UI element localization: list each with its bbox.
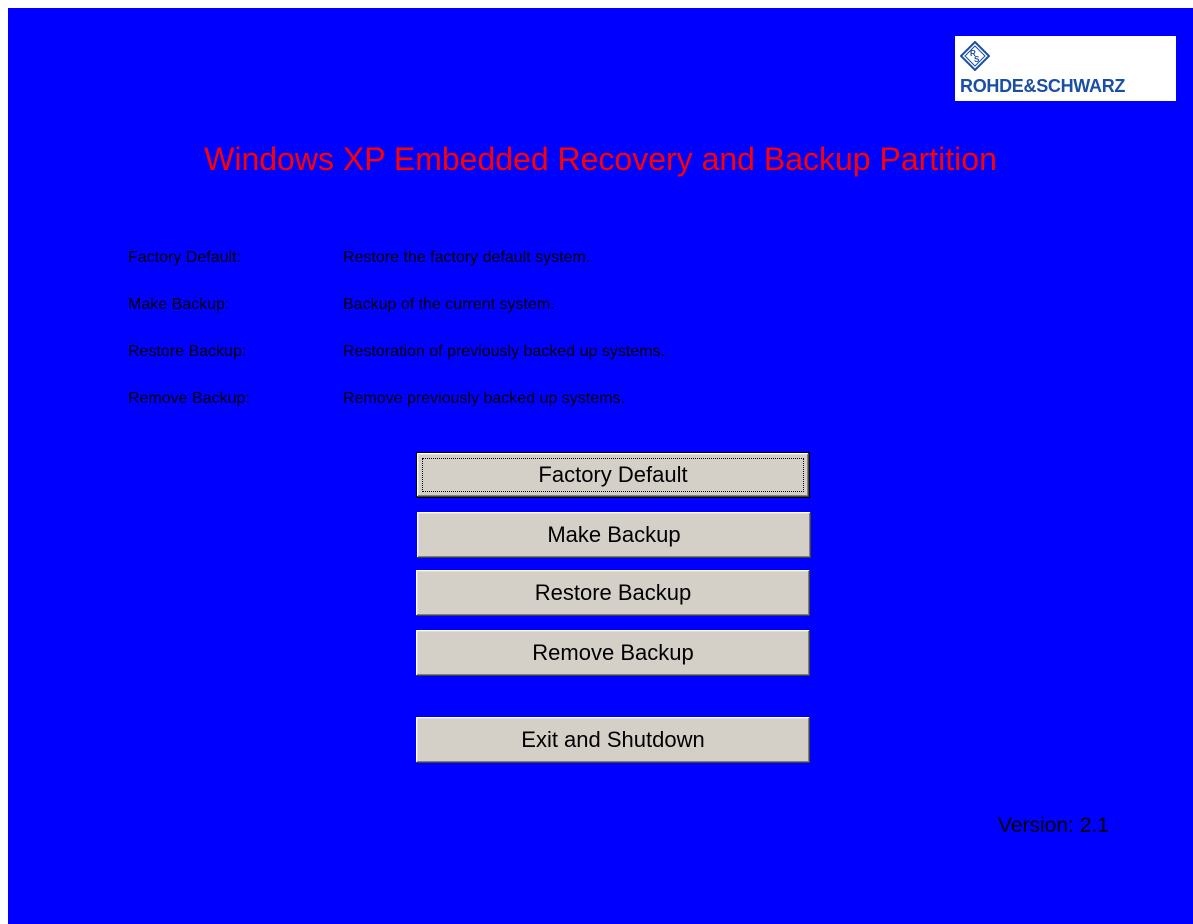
description-row-restore-backup: Restore Backup: Restoration of previousl…: [128, 343, 928, 390]
rohde-schwarz-emblem-icon: R S: [960, 41, 990, 71]
exit-and-shutdown-button[interactable]: Exit and Shutdown: [416, 717, 810, 763]
description-row-make-backup: Make Backup: Backup of the current syste…: [128, 296, 928, 343]
description-text: Remove previously backed up systems.: [343, 390, 625, 407]
version-label: Version: 2.1: [998, 814, 1109, 837]
button-label: Make Backup: [547, 522, 681, 547]
description-label: Remove Backup:: [128, 390, 250, 407]
description-label: Make Backup:: [128, 296, 230, 313]
rohde-schwarz-logo: R S ROHDE&SCHWARZ: [955, 36, 1176, 101]
description-label: Factory Default:: [128, 249, 241, 266]
button-label: Restore Backup: [534, 580, 692, 605]
button-label: Factory Default: [538, 462, 688, 487]
button-label: Exit and Shutdown: [521, 727, 705, 752]
description-row-remove-backup: Remove Backup: Remove previously backed …: [128, 390, 928, 437]
logo-wordmark: ROHDE&SCHWARZ: [960, 76, 1126, 96]
recovery-screen: R S ROHDE&SCHWARZ Windows XP Embedded Re…: [8, 8, 1193, 924]
remove-backup-button[interactable]: Remove Backup: [416, 630, 810, 676]
option-descriptions: Factory Default: Restore the factory def…: [128, 249, 928, 437]
description-text: Restore the factory default system.: [343, 249, 591, 266]
make-backup-button[interactable]: Make Backup: [417, 512, 811, 558]
restore-backup-button[interactable]: Restore Backup: [416, 570, 810, 616]
description-label: Restore Backup:: [128, 343, 247, 360]
description-text: Restoration of previously backed up syst…: [343, 343, 665, 360]
factory-default-button[interactable]: Factory Default: [416, 452, 810, 498]
svg-text:S: S: [974, 55, 980, 64]
description-row-factory-default: Factory Default: Restore the factory def…: [128, 249, 928, 296]
button-label: Remove Backup: [532, 640, 694, 665]
page-title: Windows XP Embedded Recovery and Backup …: [204, 141, 997, 177]
description-text: Backup of the current system.: [343, 296, 555, 313]
